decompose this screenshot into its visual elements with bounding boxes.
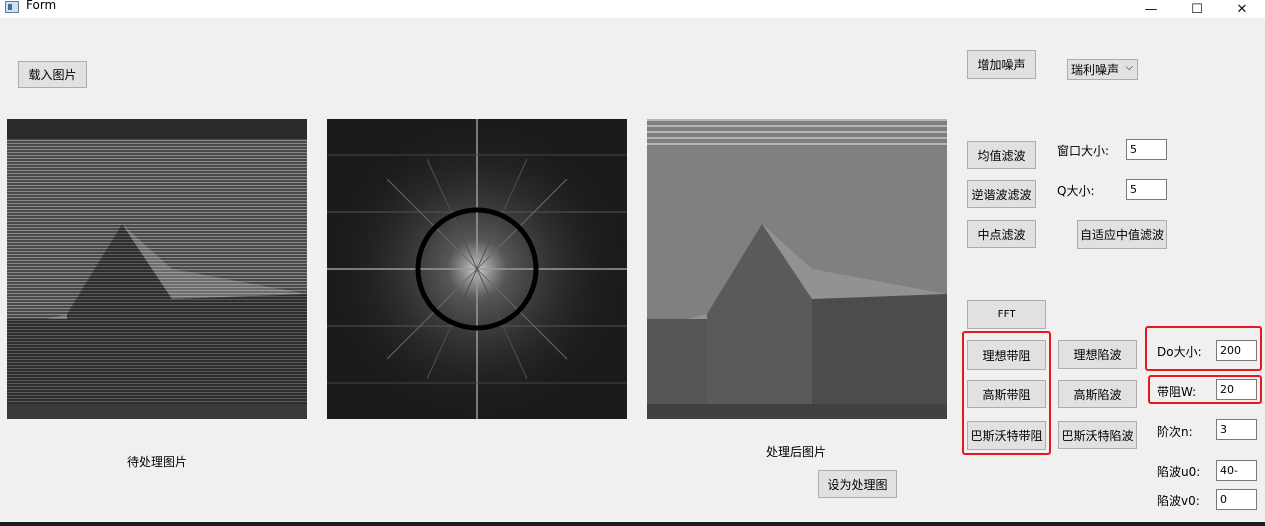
q-size-label: Q大小:: [1057, 184, 1095, 198]
d0-size-label: Do大小:: [1157, 345, 1202, 359]
notch-v0-label: 陷波v0:: [1157, 494, 1200, 508]
noise-type-select[interactable]: 瑞利噪声 ⌵: [1067, 59, 1138, 80]
q-size-input[interactable]: [1126, 179, 1167, 200]
bottom-edge: [0, 522, 1265, 526]
add-noise-button[interactable]: 增加噪声: [967, 50, 1036, 79]
form-app-icon: [5, 1, 19, 13]
result-image-caption: 处理后图片: [766, 445, 827, 459]
midpoint-filter-button[interactable]: 中点滤波: [967, 220, 1036, 248]
order-label: 阶次n:: [1157, 425, 1193, 439]
fft-button[interactable]: FFT: [967, 300, 1046, 329]
band-width-input[interactable]: [1216, 379, 1257, 400]
minimize-icon: —: [1144, 1, 1158, 17]
window-title: Form: [26, 0, 57, 12]
close-icon: ✕: [1236, 1, 1248, 17]
source-image-caption: 待处理图片: [127, 455, 188, 469]
minimize-button[interactable]: —: [1128, 0, 1174, 18]
chevron-down-icon: ⌵: [1125, 62, 1133, 73]
gaussian-bandstop-button[interactable]: 高斯带阻: [967, 380, 1046, 408]
maximize-button[interactable]: ☐: [1174, 0, 1220, 18]
notch-v0-input[interactable]: [1216, 489, 1257, 510]
butterworth-notch-button[interactable]: 巴斯沃特陷波: [1058, 421, 1137, 449]
ideal-bandstop-button[interactable]: 理想带阻: [967, 340, 1046, 370]
fft-spectrum-image: [327, 119, 627, 419]
mean-filter-button[interactable]: 均值滤波: [967, 141, 1036, 169]
window-size-label: 窗口大小:: [1057, 144, 1110, 158]
d0-size-input[interactable]: [1216, 340, 1257, 361]
result-image: [647, 119, 947, 419]
source-image: [7, 119, 307, 419]
noise-type-value: 瑞利噪声: [1071, 63, 1120, 77]
load-image-button[interactable]: 载入图片: [18, 61, 87, 88]
maximize-icon: ☐: [1191, 1, 1203, 17]
notch-u0-label: 陷波u0:: [1157, 465, 1201, 479]
window-size-input[interactable]: [1126, 139, 1167, 160]
notch-u0-input[interactable]: [1216, 460, 1257, 481]
adaptive-median-filter-button[interactable]: 自适应中值滤波: [1077, 220, 1167, 249]
ideal-notch-button[interactable]: 理想陷波: [1058, 340, 1137, 369]
contraharmonic-filter-button[interactable]: 逆谐波滤波: [967, 180, 1036, 208]
title-bar: Form — ☐ ✕: [0, 0, 1265, 18]
set-as-source-button[interactable]: 设为处理图: [818, 470, 897, 498]
close-button[interactable]: ✕: [1219, 0, 1265, 18]
order-input[interactable]: [1216, 419, 1257, 440]
band-width-label: 带阻W:: [1157, 385, 1197, 399]
gaussian-notch-button[interactable]: 高斯陷波: [1058, 380, 1137, 408]
butterworth-bandstop-button[interactable]: 巴斯沃特带阻: [967, 421, 1046, 450]
